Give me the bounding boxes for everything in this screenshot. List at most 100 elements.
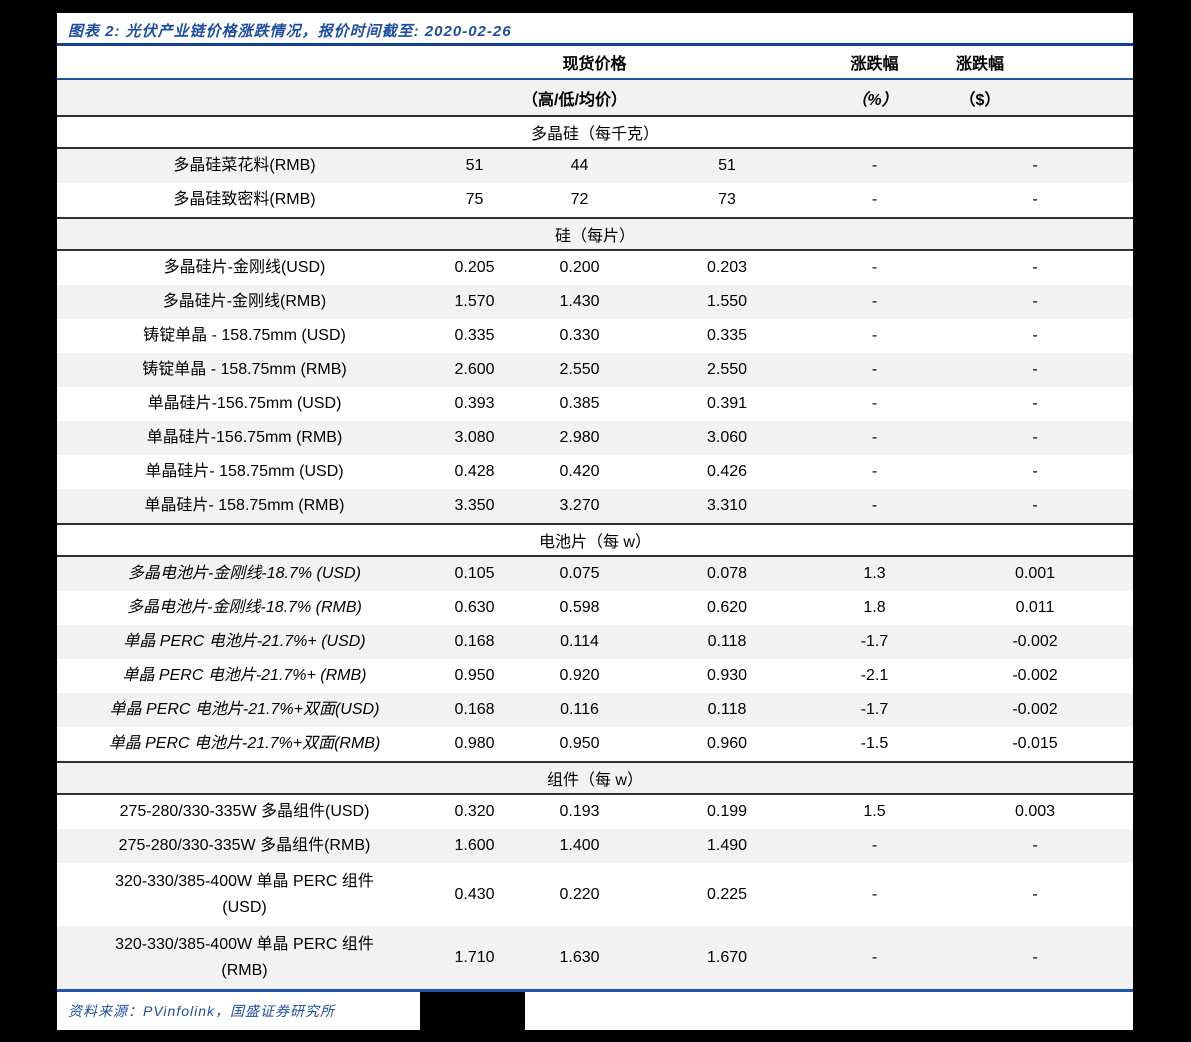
price-avg: 0.118 <box>642 693 812 727</box>
table-header-row-2: （高/低/均价） （%） （$） <box>57 80 1133 115</box>
change-usd: - <box>937 353 1133 387</box>
price-high: 0.335 <box>432 319 517 353</box>
price-avg: 1.490 <box>642 829 812 863</box>
change-pct: - <box>812 489 937 523</box>
change-pct: - <box>812 455 937 489</box>
table-row: 多晶硅片-金刚线(RMB) 1.570 1.430 1.550 - - <box>57 285 1133 319</box>
price-low: 0.116 <box>517 693 642 727</box>
price-avg: 51 <box>642 149 812 183</box>
price-avg: 3.310 <box>642 489 812 523</box>
change-usd: - <box>937 421 1133 455</box>
price-avg: 1.670 <box>642 926 812 989</box>
price-high: 0.320 <box>432 795 517 829</box>
price-low: 3.270 <box>517 489 642 523</box>
table-row: 320-330/385-400W 单晶 PERC 组件(USD) 0.430 0… <box>57 863 1133 926</box>
header-change-pct: 涨跌幅 <box>812 46 937 78</box>
table-row: 多晶电池片-金刚线-18.7% (RMB) 0.630 0.598 0.620 … <box>57 591 1133 625</box>
price-high: 0.105 <box>432 557 517 591</box>
table-body: 多晶硅（每千克） 多晶硅菜花料(RMB) 51 44 51 - - 多晶硅致密料… <box>57 115 1133 989</box>
change-usd: - <box>937 387 1133 421</box>
price-low: 0.193 <box>517 795 642 829</box>
price-avg: 0.225 <box>642 863 812 926</box>
section-title: 硅（每片） <box>57 219 1133 249</box>
price-low: 2.980 <box>517 421 642 455</box>
row-label: 单晶 PERC 电池片-21.7%+ (USD) <box>57 625 432 659</box>
row-label: 单晶硅片-156.75mm (USD) <box>57 387 432 421</box>
report-page: 图表 2: 光伏产业链价格涨跌情况，报价时间截至: 2020-02-26 现货价… <box>57 13 1133 1030</box>
change-pct: - <box>812 285 937 319</box>
header-label-spacer <box>57 46 432 78</box>
change-usd: -0.002 <box>937 693 1133 727</box>
row-label: 单晶硅片- 158.75mm (USD) <box>57 455 432 489</box>
change-usd: - <box>937 251 1133 285</box>
price-high: 1.570 <box>432 285 517 319</box>
price-low: 0.330 <box>517 319 642 353</box>
price-low: 0.385 <box>517 387 642 421</box>
row-label: 320-330/385-400W 单晶 PERC 组件(USD) <box>57 863 432 926</box>
change-usd: - <box>937 285 1133 319</box>
price-avg: 0.118 <box>642 625 812 659</box>
row-label: 多晶电池片-金刚线-18.7% (USD) <box>57 557 432 591</box>
change-pct: - <box>812 353 937 387</box>
change-pct: 1.5 <box>812 795 937 829</box>
table-row: 多晶电池片-金刚线-18.7% (USD) 0.105 0.075 0.078 … <box>57 557 1133 591</box>
change-usd: - <box>937 489 1133 523</box>
change-usd: -0.015 <box>937 727 1133 761</box>
change-pct: 1.3 <box>812 557 937 591</box>
price-high: 0.168 <box>432 693 517 727</box>
price-high: 3.350 <box>432 489 517 523</box>
change-usd: 0.001 <box>937 557 1133 591</box>
change-usd: - <box>937 149 1133 183</box>
price-avg: 3.060 <box>642 421 812 455</box>
change-usd: - <box>937 455 1133 489</box>
section-title: 组件（每 w） <box>57 763 1133 793</box>
price-low: 1.630 <box>517 926 642 989</box>
section-title: 电池片（每 w） <box>57 525 1133 555</box>
row-label: 单晶 PERC 电池片-21.7%+ (RMB) <box>57 659 432 693</box>
row-label: 多晶电池片-金刚线-18.7% (RMB) <box>57 591 432 625</box>
subheader-usd-unit: （$） <box>937 80 1133 115</box>
header-spot-price: 现货价格 <box>432 46 812 78</box>
price-high: 2.600 <box>432 353 517 387</box>
price-avg: 0.960 <box>642 727 812 761</box>
price-low: 0.075 <box>517 557 642 591</box>
section-row: 多晶硅（每千克） <box>57 115 1133 149</box>
table-row: 单晶 PERC 电池片-21.7%+ (RMB) 0.950 0.920 0.9… <box>57 659 1133 693</box>
price-low: 0.420 <box>517 455 642 489</box>
figure-title: 图表 2: 光伏产业链价格涨跌情况，报价时间截至: 2020-02-26 <box>57 13 1133 46</box>
row-label: 单晶 PERC 电池片-21.7%+双面(RMB) <box>57 727 432 761</box>
price-low: 72 <box>517 183 642 217</box>
change-usd: -0.002 <box>937 659 1133 693</box>
table-row: 单晶 PERC 电池片-21.7%+ (USD) 0.168 0.114 0.1… <box>57 625 1133 659</box>
table-row: 铸锭单晶 - 158.75mm (USD) 0.335 0.330 0.335 … <box>57 319 1133 353</box>
row-label: 单晶硅片- 158.75mm (RMB) <box>57 489 432 523</box>
change-usd: - <box>937 319 1133 353</box>
row-label: 铸锭单晶 - 158.75mm (USD) <box>57 319 432 353</box>
row-label: 多晶硅致密料(RMB) <box>57 183 432 217</box>
price-avg: 1.550 <box>642 285 812 319</box>
row-label: 275-280/330-335W 多晶组件(RMB) <box>57 829 432 863</box>
price-low: 0.114 <box>517 625 642 659</box>
change-pct: - <box>812 863 937 926</box>
change-pct: 1.8 <box>812 591 937 625</box>
change-usd: - <box>937 926 1133 989</box>
change-usd: - <box>937 183 1133 217</box>
price-avg: 0.930 <box>642 659 812 693</box>
price-high: 1.600 <box>432 829 517 863</box>
table-row: 单晶 PERC 电池片-21.7%+双面(RMB) 0.980 0.950 0.… <box>57 727 1133 761</box>
change-pct: - <box>812 183 937 217</box>
change-pct: -1.7 <box>812 625 937 659</box>
price-low: 1.430 <box>517 285 642 319</box>
price-low: 0.950 <box>517 727 642 761</box>
table-header-row-1: 现货价格 涨跌幅 涨跌幅 <box>57 46 1133 80</box>
footer-source: 资料来源：PVinfolink，国盛证券研究所 <box>57 992 1133 1030</box>
price-high: 51 <box>432 149 517 183</box>
table-row: 单晶硅片- 158.75mm (RMB) 3.350 3.270 3.310 -… <box>57 489 1133 523</box>
price-high: 0.428 <box>432 455 517 489</box>
price-low: 1.400 <box>517 829 642 863</box>
change-usd: - <box>937 829 1133 863</box>
price-high: 0.168 <box>432 625 517 659</box>
table-row: 275-280/330-335W 多晶组件(RMB) 1.600 1.400 1… <box>57 829 1133 863</box>
price-low: 0.598 <box>517 591 642 625</box>
price-high: 3.080 <box>432 421 517 455</box>
